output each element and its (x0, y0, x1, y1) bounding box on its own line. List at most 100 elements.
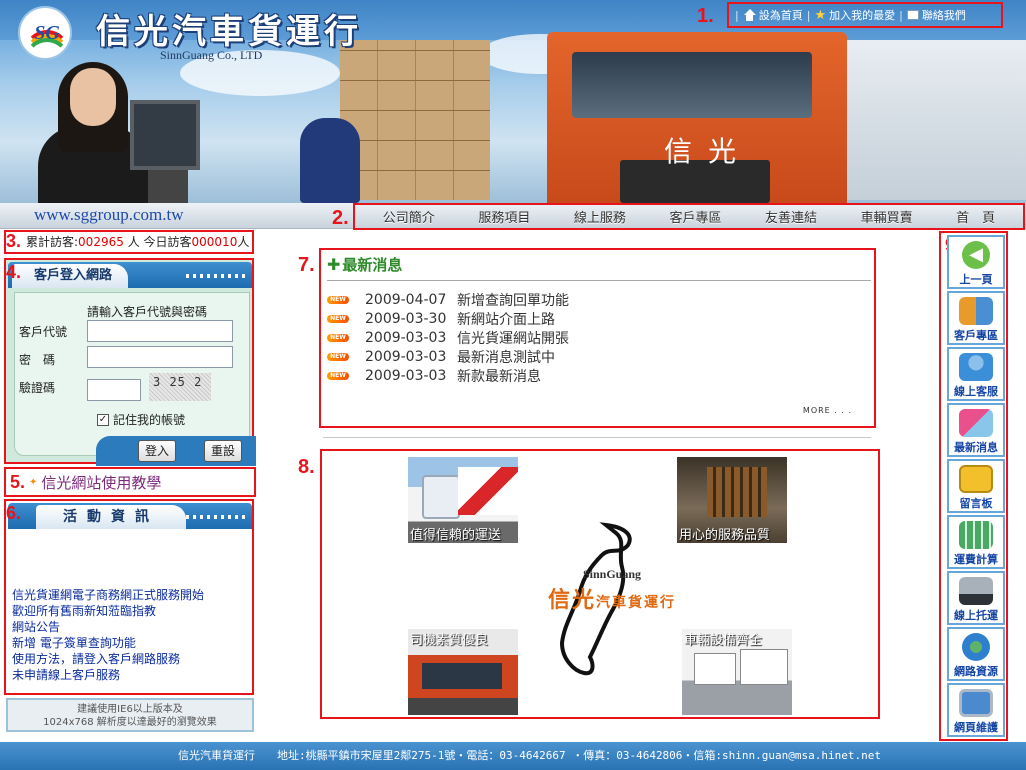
activity-item[interactable]: 新增 電子簽單查詢功能 (12, 635, 252, 651)
divider (323, 437, 871, 438)
nav-item-vehicle-trade[interactable]: 車輛買賣 (861, 207, 913, 226)
nav-item-about[interactable]: 公司簡介 (383, 207, 435, 226)
online-shipping-button[interactable]: 線上托運 (947, 571, 1005, 625)
back-button[interactable]: ◀ 上一頁 (947, 235, 1005, 289)
online-support-button[interactable]: 線上客服 (947, 347, 1005, 401)
footer-company: 信光汽車貨運行 (178, 749, 255, 762)
news-item[interactable]: NEW 2009-03-03 最新消息測試中 (327, 347, 555, 367)
truck-logo-text: 信光 (664, 135, 753, 168)
right-quick-nav: 9. ◀ 上一頁 客戶專區 線上客服 最新消息 留言板 運費計算 線上托運 網路… (939, 231, 1008, 741)
password-input[interactable] (87, 346, 233, 368)
new-badge-icon: NEW (327, 315, 349, 323)
customer-zone-button[interactable]: 客戶專區 (947, 291, 1005, 345)
annotation-8: 8. (298, 456, 315, 478)
site-maintenance-button[interactable]: 網頁維護 (947, 683, 1005, 737)
main-nav: 公司簡介 服務項目 線上服務 客戶專區 友善連結 車輛買賣 首 頁 (353, 203, 1025, 230)
captcha-label: 驗證碼 (19, 381, 56, 395)
annotation-4: 4. (6, 262, 22, 282)
reset-button[interactable]: 重設 (204, 440, 243, 462)
nav-item-links[interactable]: 友善連結 (765, 207, 817, 226)
customer-id-input[interactable] (87, 320, 233, 342)
monitor-image (130, 100, 200, 170)
login-prompt: 請輸入客戶代號與密碼 (87, 305, 208, 319)
new-badge-icon: NEW (327, 296, 349, 304)
customer-id-label: 客戶代號 (19, 325, 68, 339)
tutorial-link[interactable]: 信光網站使用教學 (41, 472, 161, 493)
activity-item[interactable]: 歡迎所有舊雨新知蒞臨指教 (12, 603, 252, 619)
news-item[interactable]: NEW 2009-04-07 新增查詢回單功能 (327, 290, 569, 310)
brand-title: 信光汽車貨運行 (96, 12, 362, 52)
tutorial-link-box: 5. ✦ 信光網站使用教學 (4, 467, 256, 497)
message-board-button[interactable]: 留言板 (947, 459, 1005, 513)
add-favorite-link[interactable]: ★ 加入我的最愛 (814, 7, 895, 23)
feature-service-quality[interactable]: 用心的服務品質 (677, 457, 787, 543)
news-item[interactable]: NEW 2009-03-03 信光貨運網站開張 (327, 328, 569, 348)
total-visitors: 002965 (78, 235, 124, 249)
activity-item[interactable]: 信光貨運網電子商務網正式服務開始 (12, 587, 252, 603)
login-button[interactable]: 登入 (138, 440, 177, 462)
top-links-bar: | 設為首頁 | ★ 加入我的最愛 | 聯絡我們 (727, 2, 1003, 28)
plus-icon: ✚ (327, 255, 341, 274)
company-logo: SG (18, 6, 72, 60)
new-badge-icon: NEW (327, 353, 349, 361)
star-icon: ★ (814, 7, 827, 23)
annotation-1: 1. (697, 5, 714, 27)
annotation-5: 5. (10, 471, 26, 492)
captcha-input[interactable] (87, 379, 141, 401)
notepad-icon (959, 465, 993, 493)
worker-image (300, 118, 360, 203)
footer: 信光汽車貨運行 地址:桃縣平鎮市宋屋里2鄰275-1號‧電話：03-4642667… (0, 742, 1026, 770)
site-url: www.sggroup.com.tw (34, 205, 184, 224)
feature-complete-fleet[interactable]: 車輛設備齊全 (682, 629, 792, 715)
monitor-icon (959, 689, 993, 717)
web-resources-button[interactable]: 網路資源 (947, 627, 1005, 681)
latest-news-panel: ✚ 最新消息 NEW 2009-04-07 新增查詢回單功能 NEW 2009-… (319, 248, 876, 428)
new-badge-icon: NEW (327, 334, 349, 342)
remember-checkbox[interactable]: ✓ 記住我的帳號 (97, 411, 185, 428)
news-more-link[interactable]: MORE . . . (803, 406, 852, 415)
home-icon (743, 9, 756, 21)
activity-list: 信光貨運網電子商務網正式服務開始 歡迎所有舊雨新知蒞臨指教 網站公告 新增 電子… (12, 587, 252, 683)
feature-reliable-delivery[interactable]: 值得信賴的運送 (408, 457, 518, 543)
activity-panel: 活動資訊 信光貨運網電子商務網正式服務開始 歡迎所有舊雨新知蒞臨指教 網站公告 … (4, 499, 254, 695)
brand-subtitle: SinnGuang Co., LTD (160, 48, 263, 62)
calculator-icon (959, 521, 993, 549)
activity-item[interactable]: 未申請線上客戶服務 (12, 667, 252, 683)
header-banner: 信光 SG 信光汽車貨運行 SinnGuang Co., LTD (0, 0, 1026, 203)
people-icon (959, 297, 993, 325)
trailer-image (820, 40, 1026, 200)
visitor-counter: 累計訪客:002965 人 今日訪客000010人 (4, 230, 254, 254)
feature-quality-drivers[interactable]: 司機素質優良 (408, 629, 518, 715)
feature-showcase: 值得信賴的運送 用心的服務品質 司機素質優良 車輛設備齊全 SinnGuang … (320, 449, 880, 719)
captcha-image: 3 25 2 (149, 373, 211, 401)
news-item[interactable]: NEW 2009-03-03 新款最新消息 (327, 366, 541, 386)
back-arrow-icon: ◀ (962, 241, 990, 269)
today-visitors: 000010 (191, 235, 238, 249)
set-homepage-link[interactable]: 設為首頁 (743, 7, 803, 23)
center-brand-logo: SinnGuang 信光汽車貨運行 (547, 567, 676, 613)
activity-item[interactable]: 使用方法，請登入客戶網路服務 (12, 651, 252, 667)
latest-news-button[interactable]: 最新消息 (947, 403, 1005, 457)
globe-icon (962, 633, 990, 661)
news-title: 最新消息 (342, 256, 403, 274)
nav-item-online-service[interactable]: 線上服務 (574, 207, 626, 226)
mail-icon (906, 10, 919, 20)
activity-item[interactable]: 網站公告 (12, 619, 252, 635)
nav-item-home[interactable]: 首 頁 (956, 207, 995, 226)
news-item[interactable]: NEW 2009-03-30 新網站介面上路 (327, 309, 555, 329)
freight-calculator-button[interactable]: 運費計算 (947, 515, 1005, 569)
password-label: 密 碼 (19, 353, 56, 367)
news-icon (959, 409, 993, 437)
annotation-3: 3. (6, 231, 22, 251)
annotation-2: 2. (332, 207, 349, 229)
nav-item-customer-zone[interactable]: 客戶專區 (669, 207, 721, 226)
annotation-7: 7. (298, 254, 315, 276)
login-panel-title: 客戶登入網路 (12, 264, 129, 288)
checkbox-checked-icon: ✓ (97, 413, 109, 426)
sparkle-icon: ✦ (29, 476, 38, 488)
nav-item-services[interactable]: 服務項目 (478, 207, 530, 226)
new-badge-icon: NEW (327, 372, 349, 380)
annotation-6: 6. (6, 503, 22, 523)
contact-us-link[interactable]: 聯絡我們 (906, 7, 966, 23)
activity-panel-title: 活動資訊 (36, 505, 186, 529)
